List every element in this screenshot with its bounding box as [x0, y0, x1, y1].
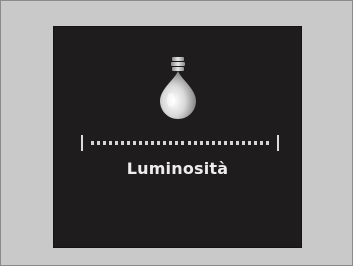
level-segment: [247, 141, 251, 145]
level-segment: [151, 141, 155, 145]
level-segment: [103, 141, 107, 145]
level-bar-right-cap: [277, 135, 279, 151]
level-segment: [109, 141, 113, 145]
level-segment: [229, 141, 233, 145]
level-segment: [259, 141, 263, 145]
brightness-level-bar[interactable]: [81, 135, 279, 153]
level-segment: [181, 141, 185, 145]
level-segment: [235, 141, 239, 145]
level-segment: [187, 141, 191, 145]
level-segment: [193, 141, 197, 145]
level-segment: [97, 141, 101, 145]
level-segment: [265, 141, 269, 145]
level-bar-left-cap: [81, 135, 83, 151]
level-segment: [217, 141, 221, 145]
level-segment: [175, 141, 179, 145]
level-segment: [133, 141, 137, 145]
page-frame: Luminosità: [0, 0, 353, 266]
level-bar-track: [91, 141, 269, 145]
brightness-label: Luminosità: [126, 159, 229, 178]
level-segment: [121, 141, 125, 145]
level-segment: [199, 141, 203, 145]
level-segment: [127, 141, 131, 145]
level-segment: [157, 141, 161, 145]
level-segment: [163, 141, 167, 145]
level-segment: [253, 141, 257, 145]
level-segment: [145, 141, 149, 145]
level-segment: [91, 141, 94, 145]
level-segment: [241, 141, 245, 145]
level-segment: [139, 141, 143, 145]
level-segment: [205, 141, 209, 145]
light-bulb-icon: [154, 55, 202, 121]
level-segment: [223, 141, 227, 145]
level-segment: [115, 141, 119, 145]
display-screen: Luminosità: [53, 26, 302, 248]
level-segment: [211, 141, 215, 145]
level-segment: [169, 141, 173, 145]
